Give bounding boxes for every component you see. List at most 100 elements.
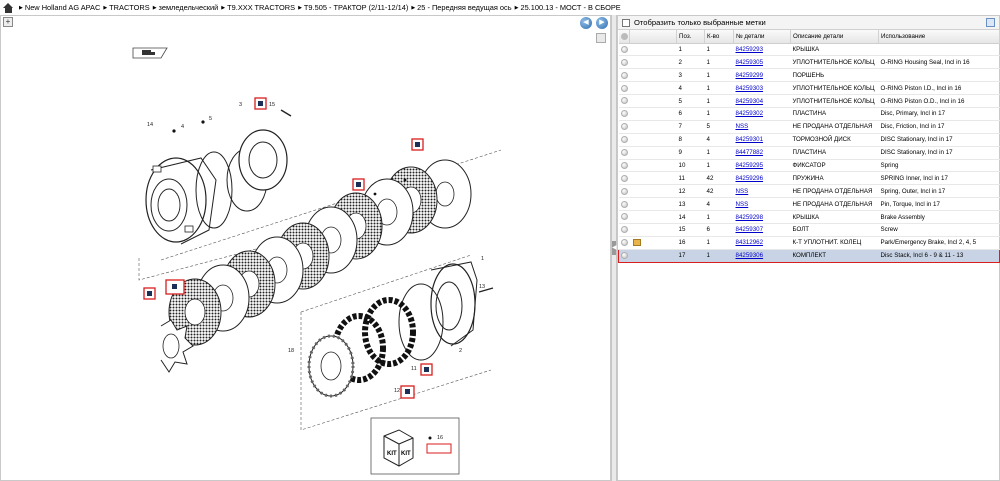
table-row[interactable]: 3 1 84259299 ПОРШЕНЬ xyxy=(618,68,1000,83)
row-select-icon[interactable] xyxy=(620,239,628,247)
row-select-icon[interactable] xyxy=(620,161,628,169)
table-row[interactable]: 9 1 84477882 ПЛАСТИНА DISC Stationary, Incl … xyxy=(618,146,1000,160)
row-select-cell[interactable] xyxy=(618,133,630,147)
table-row[interactable]: 15 6 84259307 БОЛТ Screw xyxy=(618,223,1000,237)
kit-box[interactable]: KIT KIT xyxy=(370,417,460,475)
row-part-number[interactable]: NSS xyxy=(736,188,749,195)
header-part-number[interactable]: № детали xyxy=(733,30,791,44)
table-row[interactable]: 14 1 84259298 КРЫШКА Brake Assembly xyxy=(618,210,1000,224)
breadcrumb-item-brand[interactable]: New Holland AG APAC xyxy=(19,3,100,12)
brake-housing-part[interactable] xyxy=(145,157,217,245)
previous-arrow-icon[interactable]: ◀ xyxy=(580,17,592,29)
table-row[interactable]: 16 1 84312962 К-Т УПЛОТНИТ. КОЛЕЦ Park/Emerg… xyxy=(618,236,1000,250)
row-select-icon[interactable] xyxy=(620,174,628,182)
row-part-number[interactable]: 84259296 xyxy=(736,175,764,182)
disc-stack[interactable] xyxy=(160,159,472,373)
breadcrumb-item-model[interactable]: T9.505 - ТРАКТОР (2/11-12/14) xyxy=(298,3,408,12)
row-select-icon[interactable] xyxy=(620,84,628,92)
row-extra-cell xyxy=(629,184,677,199)
row-select-cell[interactable] xyxy=(618,68,630,83)
row-select-icon[interactable] xyxy=(620,58,628,66)
row-part-number[interactable]: NSS xyxy=(736,201,749,208)
row-pos-cell: 15 xyxy=(676,223,705,237)
row-select-cell[interactable] xyxy=(618,223,630,237)
row-select-icon[interactable] xyxy=(620,213,628,221)
row-part-number[interactable]: 84259298 xyxy=(736,214,764,221)
export-icon[interactable] xyxy=(986,18,995,27)
vehicle-view-icon[interactable] xyxy=(132,47,168,59)
row-select-cell[interactable] xyxy=(618,171,630,186)
row-select-cell[interactable] xyxy=(618,94,630,108)
row-select-cell[interactable] xyxy=(618,43,630,57)
row-select-cell[interactable] xyxy=(618,210,630,224)
row-part-number[interactable]: 84259302 xyxy=(736,110,764,117)
row-select-cell[interactable] xyxy=(618,184,630,199)
table-row[interactable]: 17 1 84259306 КОМПЛЕКТ Disc Stack, Incl 6 - … xyxy=(618,248,1000,263)
row-select-cell[interactable] xyxy=(618,81,630,96)
row-select-icon[interactable] xyxy=(620,71,628,79)
breadcrumb-item-series[interactable]: T9.XXX TRACTORS xyxy=(221,3,295,12)
table-row[interactable]: 13 4 NSS НЕ ПРОДАНА ОТДЕЛЬНАЯ Pin, Torque, I… xyxy=(618,197,1000,212)
row-description: ПРУЖИНА xyxy=(792,174,824,182)
row-select-icon[interactable] xyxy=(620,200,628,208)
row-part-number[interactable]: 84259295 xyxy=(736,162,764,169)
row-select-icon[interactable] xyxy=(620,110,628,118)
header-usage[interactable]: Использование xyxy=(878,30,1000,44)
table-row[interactable]: 12 42 NSS НЕ ПРОДАНА ОТДЕЛЬНАЯ Spring, Outer… xyxy=(618,184,1000,199)
kit-label: KIT xyxy=(387,451,397,457)
header-description[interactable]: Описание детали xyxy=(790,30,879,44)
row-select-cell[interactable] xyxy=(618,107,630,121)
header-pos[interactable]: Поз. xyxy=(676,30,705,44)
row-select-icon[interactable] xyxy=(620,45,628,53)
row-part-number[interactable]: 84259305 xyxy=(736,59,764,66)
row-select-icon[interactable] xyxy=(620,136,628,144)
table-row[interactable]: 5 1 84259304 УПЛОТНИТЕЛЬНОЕ КОЛЬЦ O-RING Pis… xyxy=(618,94,1000,108)
show-selected-checkbox[interactable] xyxy=(622,18,630,27)
breadcrumb-item-type[interactable]: земледельческий xyxy=(153,3,219,12)
table-row[interactable]: 10 1 84259295 ФИКСАТОР Spring xyxy=(618,159,1000,173)
row-select-cell[interactable] xyxy=(618,146,630,160)
row-select-cell[interactable] xyxy=(618,248,630,263)
row-part-number[interactable]: 84477882 xyxy=(736,149,764,156)
table-row[interactable]: 8 4 84259301 ТОРМОЗНОЙ ДИСК DISC Stationary,… xyxy=(618,133,1000,147)
row-part-number[interactable]: NSS xyxy=(736,123,749,130)
header-qty[interactable]: К-во xyxy=(704,30,734,44)
piston-part[interactable] xyxy=(238,109,292,191)
select-all-icon[interactable] xyxy=(620,32,628,40)
row-part-number[interactable]: 84259299 xyxy=(736,72,764,79)
row-select-icon[interactable] xyxy=(621,252,628,260)
row-part-number[interactable]: 84259307 xyxy=(736,226,764,233)
row-select-icon[interactable] xyxy=(620,123,628,131)
row-part-number[interactable]: 84259306 xyxy=(736,252,764,259)
row-select-cell[interactable] xyxy=(618,120,630,134)
collapse-arrow-icon[interactable]: ◀ xyxy=(612,241,617,255)
row-select-cell[interactable] xyxy=(618,197,630,212)
home-icon[interactable] xyxy=(3,2,14,13)
table-row[interactable]: 2 1 84259305 УПЛОТНИТЕЛЬНОЕ КОЛЬЦ O-RING Hou… xyxy=(618,55,1000,70)
row-select-cell[interactable] xyxy=(618,236,630,250)
breadcrumb-item-category[interactable]: TRACTORS xyxy=(103,3,150,12)
row-part-number[interactable]: 84259304 xyxy=(736,98,764,105)
row-part-number[interactable]: 84259301 xyxy=(736,136,764,143)
row-pos-cell: 5 xyxy=(676,94,705,108)
spring-retainer-part[interactable] xyxy=(307,297,416,398)
header-select-all[interactable] xyxy=(618,30,630,44)
table-row[interactable]: 6 1 84259302 ПЛАСТИНА Disc, Primary, Incl in… xyxy=(618,107,1000,121)
table-row[interactable]: 1 1 84259293 КРЫШКА xyxy=(618,43,1000,57)
table-row[interactable]: 4 1 84259303 УПЛОТНИТЕЛЬНОЕ КОЛЬЦ O-RING Pis… xyxy=(618,81,1000,96)
table-row[interactable]: 11 42 84259296 ПРУЖИНА SPRING Inner, Incl in… xyxy=(618,171,1000,186)
row-part-number[interactable]: 84312962 xyxy=(736,239,764,246)
row-select-icon[interactable] xyxy=(620,226,628,234)
row-select-cell[interactable] xyxy=(618,159,630,173)
row-select-icon[interactable] xyxy=(620,187,628,195)
row-part-number[interactable]: 84259293 xyxy=(736,46,764,53)
breadcrumb-item-section[interactable]: 25 - Передняя ведущая ось xyxy=(411,3,511,12)
row-select-icon[interactable] xyxy=(620,149,628,156)
table-row[interactable]: 7 5 NSS НЕ ПРОДАНА ОТДЕЛЬНАЯ Disc, Friction,… xyxy=(618,120,1000,134)
zoom-icon[interactable]: + xyxy=(3,17,13,27)
row-select-icon[interactable] xyxy=(620,97,628,105)
breadcrumb-item-group[interactable]: 25.100.13 - МОСТ - В СБОРЕ xyxy=(515,3,620,12)
next-arrow-icon[interactable]: ▶ xyxy=(596,17,608,29)
row-part-number[interactable]: 84259303 xyxy=(736,85,764,92)
row-select-cell[interactable] xyxy=(618,55,630,70)
